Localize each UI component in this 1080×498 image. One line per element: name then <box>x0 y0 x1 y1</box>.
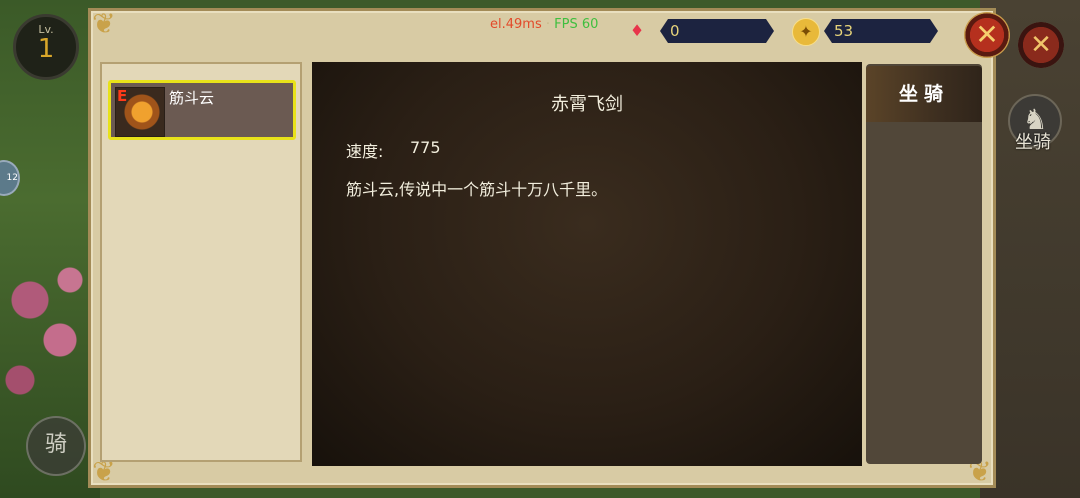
gem-icon: ♦ <box>629 21 645 40</box>
level-value: 1 <box>37 34 55 64</box>
gem-count: 0 <box>660 19 774 43</box>
fps-text: FPS 60 <box>554 17 599 32</box>
mount-button-label[interactable]: 坐骑 <box>1008 128 1058 154</box>
speed-value: 775 <box>410 138 441 157</box>
mount-title: 赤霄飞剑 <box>551 94 623 115</box>
tab-column <box>866 64 982 464</box>
corner-ornament-icon: ❦ <box>92 7 116 40</box>
outer-close-icon[interactable]: ✕ <box>1018 22 1064 68</box>
gold-coin-icon: ✦ <box>792 18 820 46</box>
perf-separator: · <box>541 17 555 32</box>
item-tier: E <box>117 87 128 105</box>
close-icon[interactable]: ✕ <box>964 12 1010 58</box>
latency-text: el.49ms <box>490 17 542 32</box>
tab-mount[interactable]: 坐骑 <box>866 66 982 122</box>
list-item-mount[interactable]: E 筋斗云 <box>108 80 296 140</box>
speed-label: 速度: <box>346 142 384 161</box>
mount-description: 筋斗云,传说中一个筋斗十万八千里。 <box>346 180 608 199</box>
performance-readout: el.49ms · FPS 60 <box>490 17 598 32</box>
mount-detail-panel <box>312 62 862 466</box>
gold-count: 53 <box>824 19 938 43</box>
level-badge[interactable]: Lv. 1 <box>13 14 79 80</box>
item-name: 筋斗云 <box>169 89 215 107</box>
ride-button[interactable]: 骑 <box>26 416 86 476</box>
